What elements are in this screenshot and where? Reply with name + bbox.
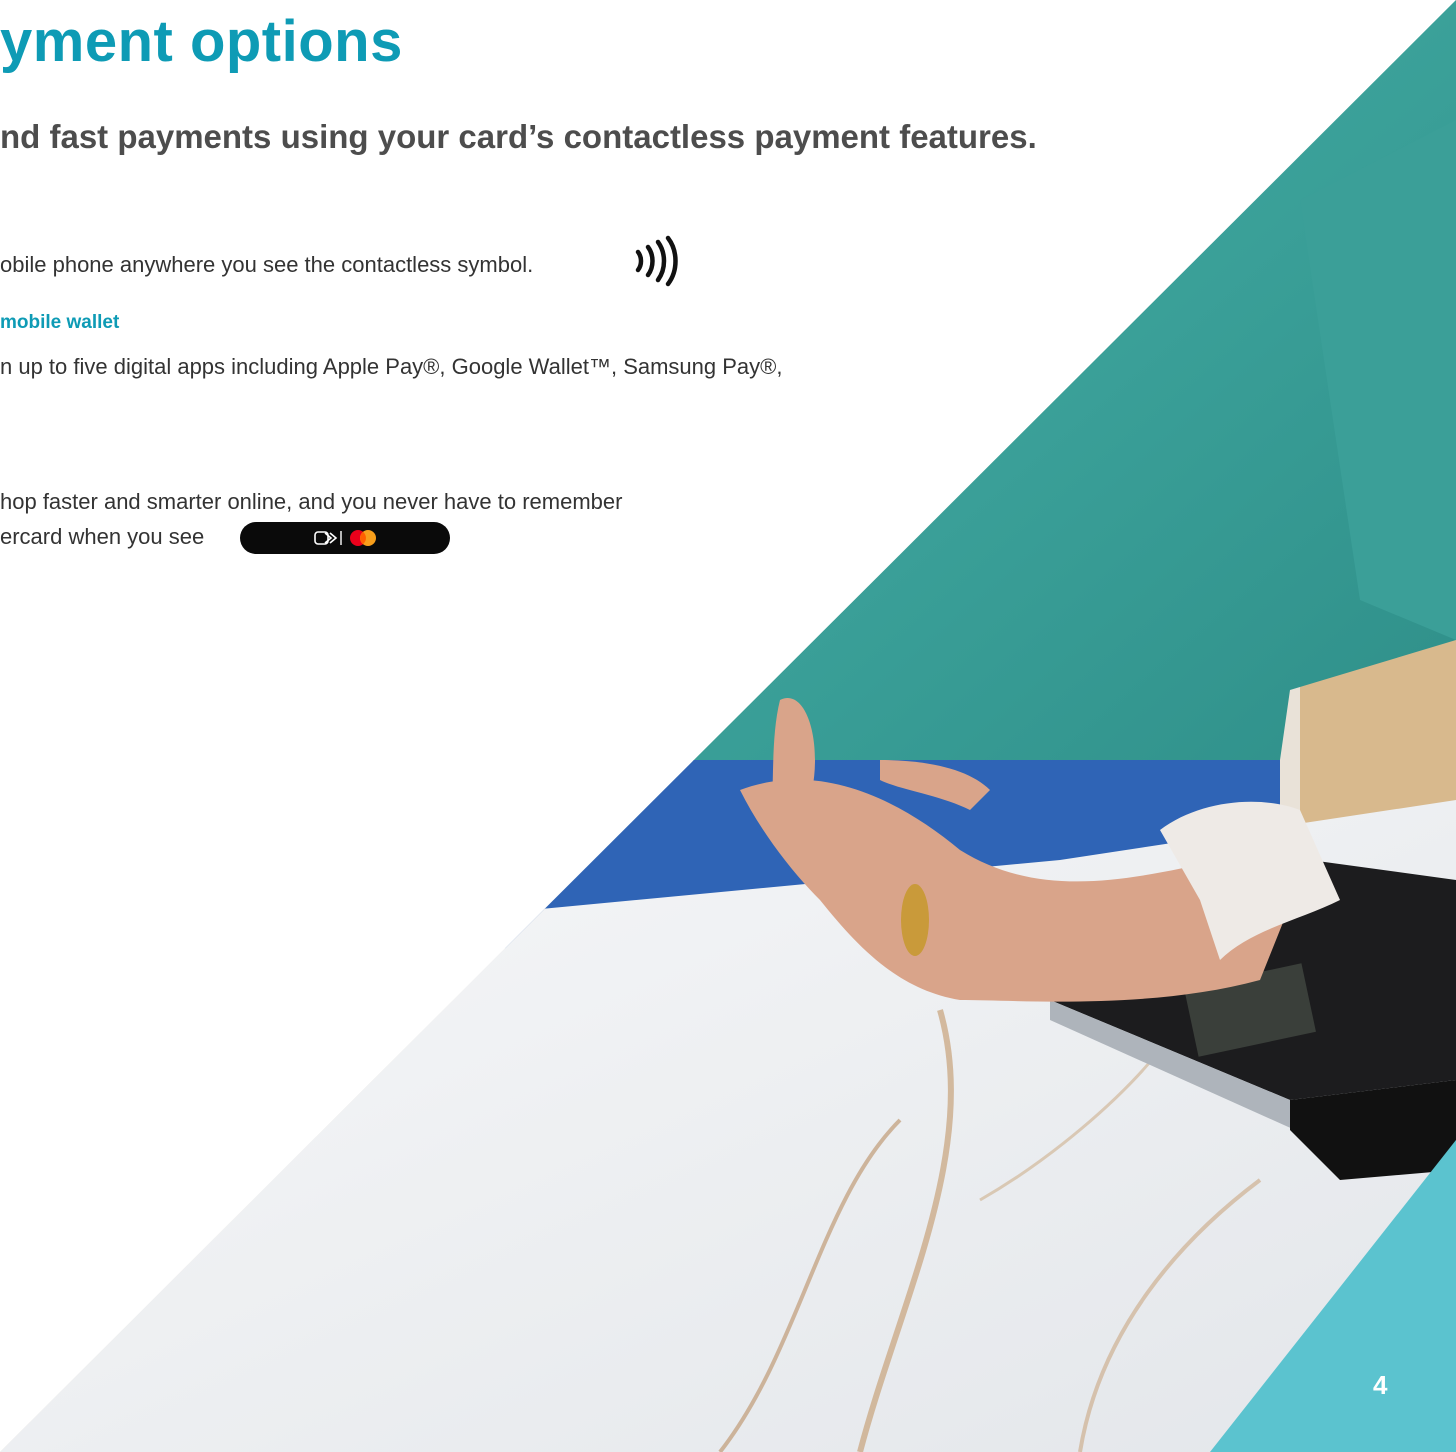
page-subtitle: nd fast payments using your card’s conta… [0, 118, 1037, 155]
hero-photo [0, 0, 1456, 1452]
mobile-wallet-text: n up to five digital apps including Appl… [0, 354, 783, 379]
contactless-text: obile phone anywhere you see the contact… [0, 252, 534, 277]
click-to-pay-text-1: hop faster and smarter online, and you n… [0, 489, 623, 514]
click-to-pay-text-2: ercard when you see [0, 524, 205, 549]
mobile-wallet-heading: mobile wallet [0, 312, 120, 333]
click-to-pay-badge [240, 522, 450, 554]
click-to-pay-icon [314, 531, 342, 545]
mastercard-logo-icon [350, 530, 376, 546]
contactless-symbol-icon [635, 235, 678, 287]
page-number: 4 [1373, 1370, 1388, 1400]
page-title: yment options [0, 9, 403, 74]
